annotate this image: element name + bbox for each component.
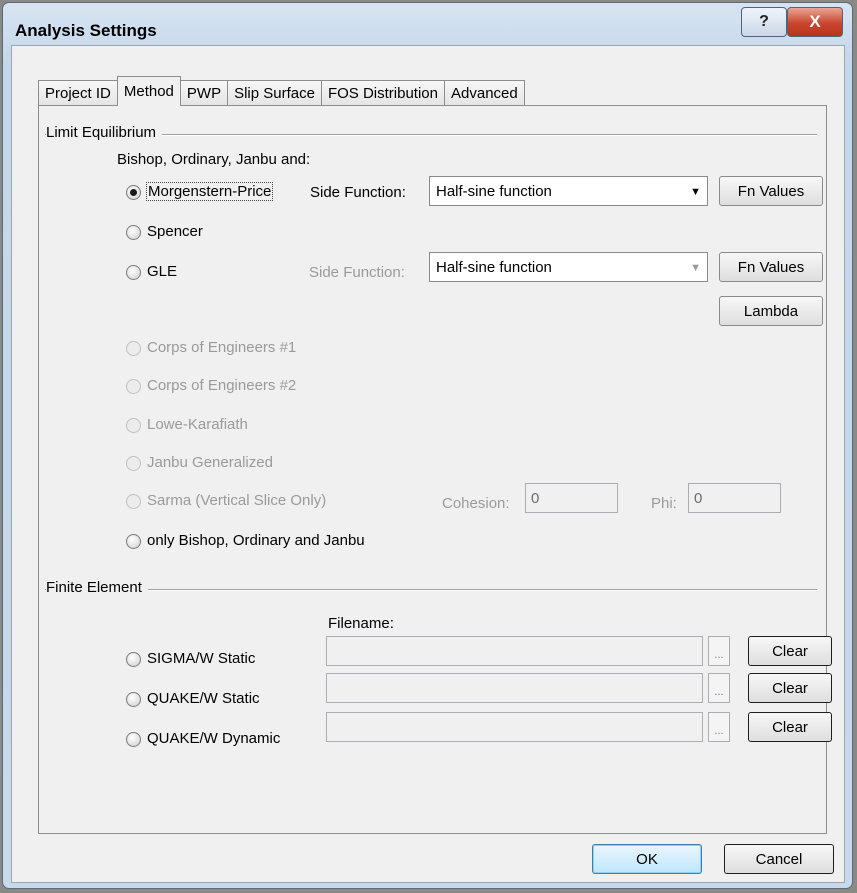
side-function-label: Side Function: (310, 184, 406, 201)
limit-equilibrium-subtitle: Bishop, Ordinary, Janbu and: (117, 151, 311, 168)
quake-w-static-label[interactable]: QUAKE/W Static (147, 690, 260, 707)
sarma-radio[interactable] (126, 494, 141, 509)
gle-side-function-combo[interactable]: Half-sine function ▼ (429, 252, 708, 282)
tab-advanced[interactable]: Advanced (444, 80, 525, 106)
corps-of-engineers-2-radio[interactable] (126, 379, 141, 394)
dialog-client-area: Project ID Method PWP Slip Surface FOS D… (11, 45, 845, 883)
filename-label: Filename: (328, 615, 394, 632)
phi-field[interactable]: 0 (688, 483, 781, 513)
gle-side-function-label: Side Function: (309, 264, 405, 281)
corps-of-engineers-2-label: Corps of Engineers #2 (147, 377, 297, 394)
spencer-radio[interactable] (126, 225, 141, 240)
gle-radio[interactable] (126, 265, 141, 280)
janbu-generalized-radio[interactable] (126, 456, 141, 471)
tab-fos-distribution[interactable]: FOS Distribution (320, 80, 445, 106)
tab-method[interactable]: Method (116, 76, 181, 106)
quake-w-static-radio[interactable] (126, 692, 141, 707)
morgenstern-price-radio[interactable] (126, 185, 141, 200)
cohesion-value: 0 (531, 489, 540, 507)
only-bishop-ordinary-janbu-label[interactable]: only Bishop, Ordinary and Janbu (147, 532, 365, 549)
quake-w-static-browse-button[interactable]: ... (708, 673, 730, 703)
cancel-button[interactable]: Cancel (724, 844, 834, 874)
dropdown-arrow-icon: ▼ (690, 262, 701, 274)
quake-w-static-filename-field[interactable] (326, 673, 703, 703)
method-tab-panel: Limit Equilibrium Bishop, Ordinary, Janb… (38, 105, 832, 834)
quake-w-static-clear-button[interactable]: Clear (748, 673, 832, 703)
lowe-karafiath-radio[interactable] (126, 418, 141, 433)
side-function-combo[interactable]: Half-sine function ▼ (429, 176, 708, 206)
spencer-label[interactable]: Spencer (147, 223, 203, 240)
quake-w-dynamic-label[interactable]: QUAKE/W Dynamic (147, 730, 280, 747)
gle-label[interactable]: GLE (147, 263, 177, 280)
lowe-karafiath-label: Lowe-Karafiath (147, 416, 248, 433)
finite-element-title: Finite Element (46, 579, 148, 596)
janbu-generalized-label: Janbu Generalized (147, 454, 273, 471)
finite-element-divider (45, 589, 817, 591)
corps-of-engineers-1-label: Corps of Engineers #1 (147, 339, 297, 356)
cohesion-field[interactable]: 0 (525, 483, 618, 513)
phi-value: 0 (694, 489, 703, 507)
analysis-settings-dialog: Analysis Settings ? X Project ID Method … (2, 2, 853, 889)
tab-strip: Project ID Method PWP Slip Surface FOS D… (38, 76, 525, 106)
sigma-w-static-radio[interactable] (126, 652, 141, 667)
help-button[interactable]: ? (741, 7, 787, 37)
help-icon: ? (759, 13, 769, 30)
tab-project-id[interactable]: Project ID (38, 80, 118, 106)
corps-of-engineers-1-radio[interactable] (126, 341, 141, 356)
quake-w-dynamic-browse-button[interactable]: ... (708, 712, 730, 742)
sigma-w-static-label[interactable]: SIGMA/W Static (147, 650, 255, 667)
sigma-w-browse-button[interactable]: ... (708, 636, 730, 666)
phi-label: Phi: (651, 495, 677, 512)
tab-slip-surface[interactable]: Slip Surface (227, 80, 322, 106)
quake-w-dynamic-filename-field[interactable] (326, 712, 703, 742)
lambda-button[interactable]: Lambda (719, 296, 823, 326)
close-icon: X (809, 12, 821, 31)
morgenstern-price-label[interactable]: Morgenstern-Price (145, 182, 274, 201)
fn-values-button[interactable]: Fn Values (719, 176, 823, 206)
limit-equilibrium-title: Limit Equilibrium (46, 124, 163, 141)
gle-fn-values-button[interactable]: Fn Values (719, 252, 823, 282)
quake-w-dynamic-clear-button[interactable]: Clear (748, 712, 832, 742)
side-function-value: Half-sine function (436, 182, 552, 200)
sigma-w-filename-field[interactable] (326, 636, 703, 666)
only-bishop-ordinary-janbu-radio[interactable] (126, 534, 141, 549)
gle-side-function-value: Half-sine function (436, 258, 552, 276)
close-button[interactable]: X (787, 7, 843, 37)
quake-w-dynamic-radio[interactable] (126, 732, 141, 747)
dialog-title: Analysis Settings (15, 21, 157, 40)
cohesion-label: Cohesion: (442, 495, 510, 512)
dropdown-arrow-icon: ▼ (690, 186, 701, 198)
tab-pwp[interactable]: PWP (179, 80, 229, 106)
sarma-label: Sarma (Vertical Slice Only) (147, 492, 327, 509)
sigma-w-clear-button[interactable]: Clear (748, 636, 832, 666)
ok-button[interactable]: OK (592, 844, 702, 874)
